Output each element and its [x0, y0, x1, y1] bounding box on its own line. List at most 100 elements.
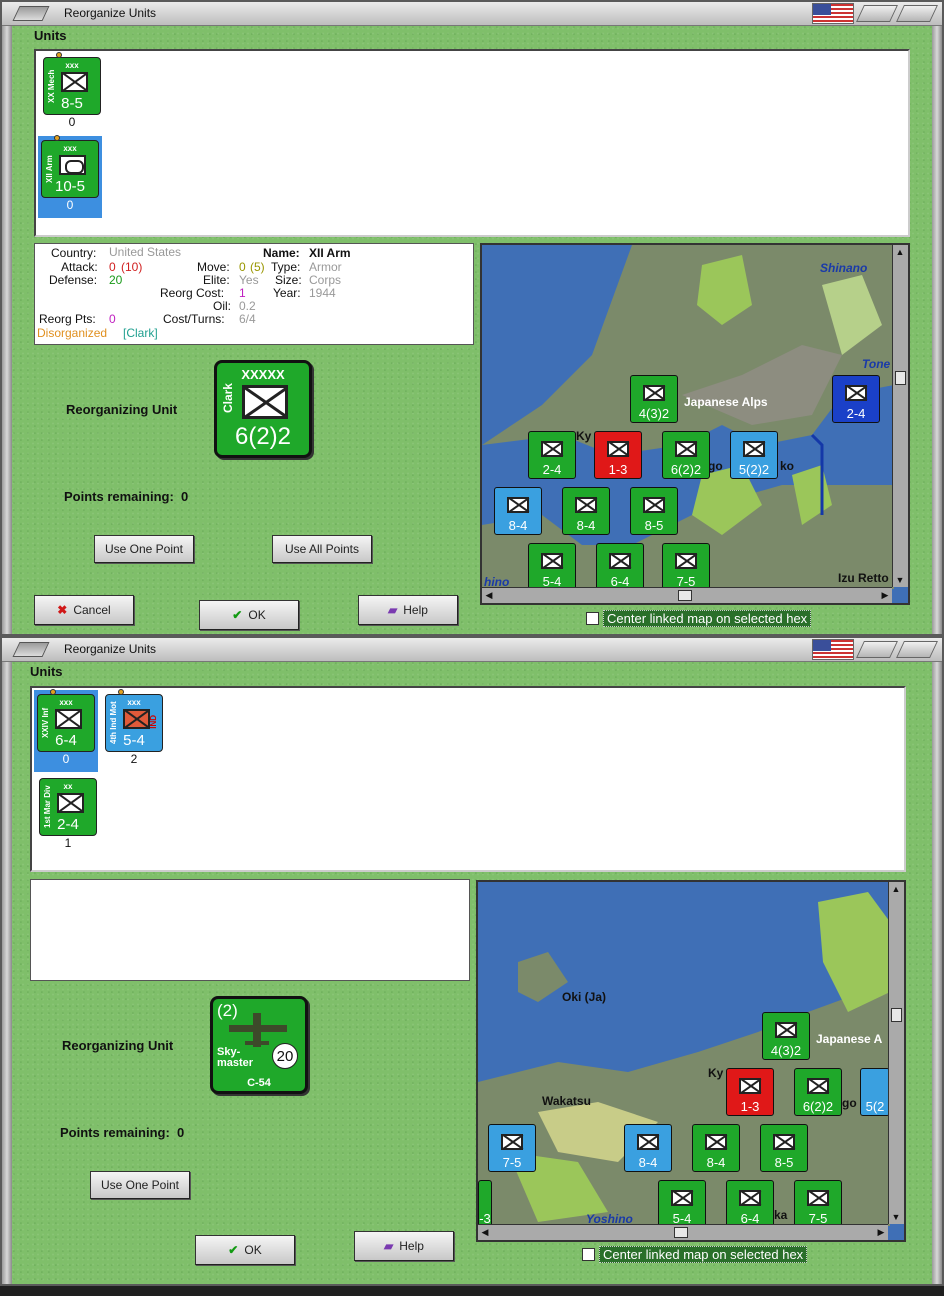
map-unit-counter[interactable]: 8-4	[494, 487, 542, 535]
map-horizontal-scrollbar[interactable]: ◀ ▶	[478, 1224, 888, 1240]
map-unit-counter[interactable]: 6-4	[596, 543, 644, 591]
map-unit-counter[interactable]: 6(2)2	[794, 1068, 842, 1116]
use-one-point-button[interactable]: Use One Point	[94, 535, 194, 563]
map-unit-counter[interactable]: 1-3	[726, 1068, 774, 1116]
unit-xxiv-inf[interactable]: xxx XXIV Inf 6-4 0	[34, 689, 98, 772]
unit-nation-badge: IND	[149, 715, 158, 729]
use-all-points-button[interactable]: Use All Points	[272, 535, 372, 563]
checkbox-box[interactable]	[582, 1248, 595, 1261]
title-bar[interactable]: Reorganize Units	[2, 2, 942, 26]
linked-map[interactable]: Shinano Japanese Alps Tone Izu Retto Ky …	[480, 243, 910, 605]
units-list[interactable]: xxx XXIV Inf 6-4 0 xxx 4th Ind Mot IND 5…	[30, 686, 906, 872]
map-unit-counter[interactable]: -3	[478, 1180, 492, 1228]
unit-xii-arm[interactable]: xxx XII Arm 10-5 0	[38, 135, 102, 218]
frame-left	[2, 26, 12, 634]
window-menu-icon[interactable]	[12, 642, 50, 657]
frame-left	[2, 662, 12, 1284]
unit-count: 0	[62, 752, 70, 766]
defense-value: 20	[109, 273, 123, 287]
window-menu-icon[interactable]	[12, 6, 50, 21]
help-book-icon: ▰	[388, 603, 398, 617]
minimize-button[interactable]	[856, 641, 898, 658]
us-flag-icon	[812, 639, 854, 660]
map-unit-counter[interactable]: 7-5	[662, 543, 710, 591]
map-label-tone: Tone	[862, 357, 891, 371]
vertical-scroll-thumb[interactable]	[895, 371, 906, 385]
reorganizing-unit-label: Reorganizing Unit	[66, 402, 178, 417]
map-unit-counter[interactable]: 8-5	[630, 487, 678, 535]
disorganized-status: Disorganized	[37, 326, 108, 340]
unit-value: 6-4	[55, 732, 77, 749]
center-map-checkbox[interactable]: Center linked map on selected hex	[582, 1246, 808, 1263]
check-icon: ✔	[232, 608, 243, 622]
points-remaining: Points remaining: 0	[64, 489, 188, 504]
map-unit-counter[interactable]: 6-4	[726, 1180, 774, 1228]
unit-info-panel: Country: United States Attack: 0 (10) De…	[34, 243, 474, 345]
map-unit-counter[interactable]: 5(2	[860, 1068, 890, 1116]
unit-size: XXXXX	[241, 367, 285, 382]
map-unit-counter[interactable]: 8-4	[624, 1124, 672, 1172]
scroll-up-icon[interactable]: ▲	[893, 245, 907, 259]
name-value: XII Arm	[309, 246, 351, 260]
map-unit-counter[interactable]: 2-4	[832, 375, 880, 423]
horizontal-scroll-thumb[interactable]	[678, 590, 692, 601]
center-map-checkbox[interactable]: Center linked map on selected hex	[586, 610, 812, 627]
unit-count: 0	[66, 198, 74, 212]
unit-count: 0	[68, 115, 76, 129]
scroll-down-icon[interactable]: ▼	[889, 1210, 903, 1224]
horizontal-scroll-thumb[interactable]	[674, 1227, 688, 1238]
map-unit-counter[interactable]: 6(2)2	[662, 431, 710, 479]
scroll-left-icon[interactable]: ◀	[478, 1225, 492, 1239]
unit-value: 5-4	[123, 732, 145, 749]
scroll-up-icon[interactable]: ▲	[889, 882, 903, 896]
map-unit-counter[interactable]: 5-4	[658, 1180, 706, 1228]
defense-label: Defense:	[49, 273, 98, 287]
map-label-japanese-alps: Japanese Alps	[684, 395, 768, 409]
attack-extra: (10)	[121, 260, 143, 274]
vertical-scroll-thumb[interactable]	[891, 1008, 902, 1022]
unit-xx-mech[interactable]: xxx XX Mech 8-5 0	[40, 52, 104, 129]
units-list[interactable]: xxx XX Mech 8-5 0 xxx XII Arm 10-5 0	[34, 49, 910, 237]
map-unit-counter[interactable]: 8-4	[562, 487, 610, 535]
use-one-point-button[interactable]: Use One Point	[90, 1171, 190, 1199]
ok-label: OK	[248, 608, 266, 622]
help-button[interactable]: ▰ Help	[358, 595, 458, 625]
map-unit-counter[interactable]: 5-4	[528, 543, 576, 591]
unit-value: 6(2)2	[234, 423, 292, 450]
map-unit-counter[interactable]: 8-5	[760, 1124, 808, 1172]
map-unit-counter[interactable]: 7-5	[794, 1180, 842, 1228]
map-horizontal-scrollbar[interactable]: ◀ ▶	[482, 587, 892, 603]
units-label: Units	[30, 664, 63, 679]
checkbox-box[interactable]	[586, 612, 599, 625]
map-vertical-scrollbar[interactable]: ▲ ▼	[888, 882, 904, 1224]
map-unit-counter[interactable]: 4(3)2	[630, 375, 678, 423]
linked-map[interactable]: Oki (Ja) Japanese A Wakatsu Yoshino Ky g…	[476, 880, 906, 1242]
scroll-left-icon[interactable]: ◀	[482, 588, 496, 602]
minimize-button[interactable]	[856, 5, 898, 22]
country-value: United States	[109, 245, 182, 259]
title-bar[interactable]: Reorganize Units	[2, 638, 942, 662]
points-remaining-label: Points remaining:	[64, 489, 174, 504]
map-unit-counter[interactable]: 1-3	[594, 431, 642, 479]
map-unit-counter[interactable]: 8-4	[692, 1124, 740, 1172]
map-unit-counter[interactable]: 4(3)2	[762, 1012, 810, 1060]
ok-button[interactable]: ✔ OK	[195, 1235, 295, 1265]
help-button[interactable]: ▰ Help	[354, 1231, 454, 1261]
scroll-right-icon[interactable]: ▶	[878, 588, 892, 602]
map-unit-counter[interactable]: 7-5	[488, 1124, 536, 1172]
map-unit-counter[interactable]: 5(2)2	[730, 431, 778, 479]
unit-4th-ind-mot[interactable]: xxx 4th Ind Mot IND 5-4 2	[102, 689, 166, 766]
scroll-right-icon[interactable]: ▶	[874, 1225, 888, 1239]
help-label: Help	[403, 603, 428, 617]
cancel-button[interactable]: ✖ Cancel	[34, 595, 134, 625]
map-unit-counter[interactable]: 2-4	[528, 431, 576, 479]
year-label: Year:	[273, 286, 301, 300]
map-label-kyo: Ky	[576, 429, 592, 443]
close-button[interactable]	[896, 641, 938, 658]
close-button[interactable]	[896, 5, 938, 22]
scroll-down-icon[interactable]: ▼	[893, 573, 907, 587]
ok-button[interactable]: ✔ OK	[199, 600, 299, 630]
map-label-ko: ko	[780, 459, 795, 473]
unit-1st-mar-div[interactable]: xx 1st Mar Div 2-4 1	[36, 774, 100, 850]
map-vertical-scrollbar[interactable]: ▲ ▼	[892, 245, 908, 587]
